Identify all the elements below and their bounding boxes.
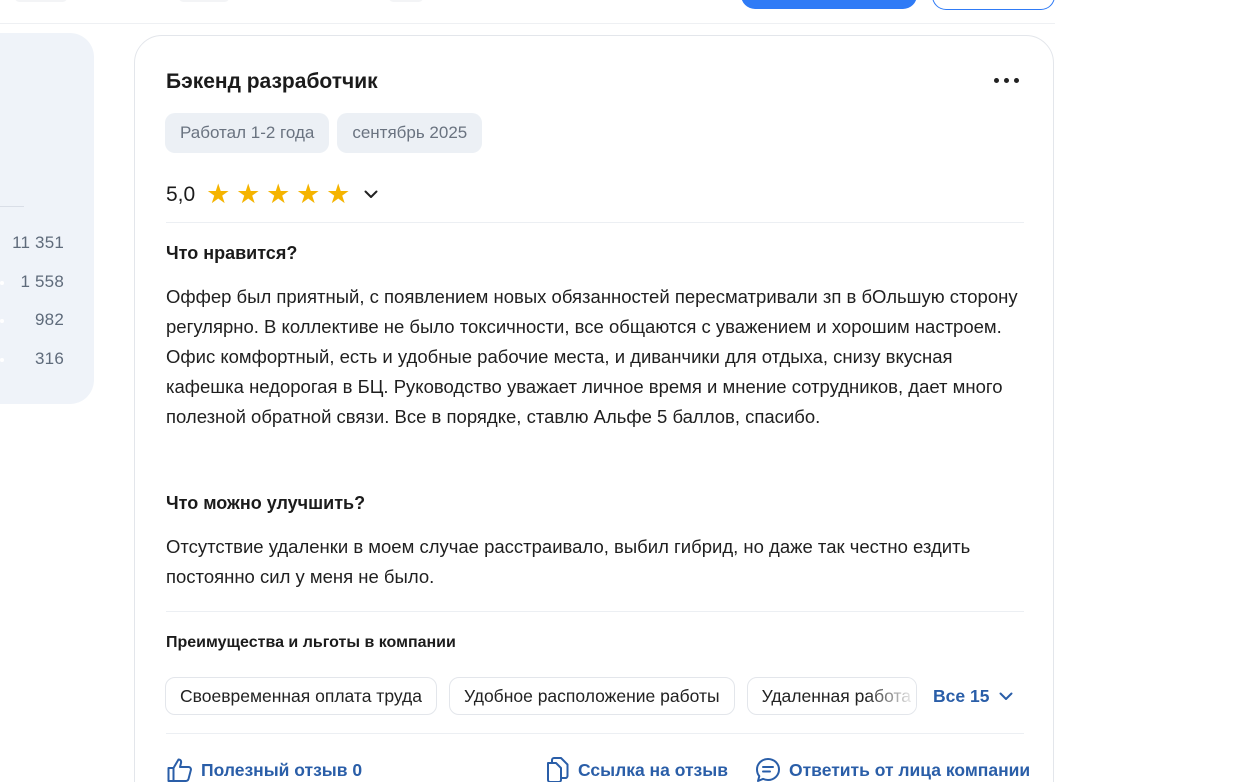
stat-count: 316: [35, 349, 64, 368]
header-tab-stub[interactable]: [14, 0, 68, 2]
review-tags: Работал 1-2 года сентябрь 2025: [165, 113, 483, 153]
stat-row[interactable]: 316: [0, 349, 64, 369]
star-icon: ★: [326, 179, 351, 209]
star-icon: ★: [236, 179, 261, 209]
review-actions: Полезный отзыв 0 Ссылка на отзыв Ответит…: [135, 757, 1055, 782]
header-secondary-button[interactable]: [932, 0, 1055, 10]
star-icon: ★: [266, 179, 291, 209]
stat-dot: [0, 358, 4, 362]
chevron-down-icon: [364, 190, 378, 198]
likes-text: Оффер был приятный, с появлением новых о…: [166, 286, 1018, 427]
copy-link-label: Ссылка на отзыв: [578, 759, 728, 780]
helpful-label: Полезный отзыв 0: [201, 759, 363, 780]
header-tab-stub[interactable]: [178, 0, 230, 2]
stat-row[interactable]: 982: [0, 310, 64, 330]
star-icon: ★: [296, 179, 321, 209]
benefit-chip[interactable]: Своевременная оплата труда: [165, 677, 437, 715]
top-header: [0, 0, 1055, 24]
rating-row: 5,0 ★ ★ ★ ★ ★: [166, 181, 383, 208]
rating-stats-panel: 11 351 1 558 982 316: [0, 33, 94, 404]
stat-count: 11 351: [12, 233, 64, 252]
stat-count: 1 558: [20, 272, 64, 291]
benefit-chip[interactable]: Удаленная работа: [746, 677, 917, 715]
more-dot: [1003, 77, 1009, 83]
divider: [166, 733, 1024, 734]
reply-label: Ответить от лица компании: [789, 759, 1031, 780]
stat-count: 982: [35, 310, 64, 329]
header-tab-stub[interactable]: [388, 0, 424, 2]
stat-dot: [0, 281, 4, 285]
divider: [166, 222, 1024, 223]
thumbs-up-icon: [167, 758, 192, 782]
divider: [166, 611, 1024, 612]
benefits-show-all-button[interactable]: Все 15: [933, 686, 1013, 707]
chat-bubble-icon: [756, 758, 780, 782]
rating-value: 5,0: [166, 182, 196, 206]
improve-heading: Что можно улучшить?: [166, 493, 366, 513]
header-primary-button[interactable]: [741, 0, 917, 9]
more-dot: [993, 77, 999, 83]
benefits-show-all-label: Все 15: [933, 686, 990, 706]
reply-as-company-button[interactable]: Ответить от лица компании: [755, 757, 1030, 782]
chevron-down-icon: [999, 692, 1013, 700]
review-title: Бэкенд разработчик: [166, 70, 378, 93]
more-dot: [1013, 77, 1019, 83]
experience-tag: Работал 1-2 года: [165, 113, 330, 153]
more-options-icon[interactable]: [991, 70, 1021, 90]
date-tag: сентябрь 2025: [337, 113, 483, 153]
stat-row[interactable]: 1 558: [0, 272, 64, 292]
likes-heading: Что нравится?: [166, 243, 298, 263]
stat-dot: [0, 319, 4, 323]
benefits-list: Своевременная оплата труда Удобное распо…: [165, 677, 917, 715]
helpful-button[interactable]: Полезный отзыв 0: [166, 757, 362, 782]
copy-link-button[interactable]: Ссылка на отзыв: [545, 757, 728, 782]
review-card: Бэкенд разработчик Работал 1-2 года сент…: [134, 35, 1054, 782]
panel-divider: [0, 206, 24, 207]
star-icon: ★: [206, 179, 231, 209]
copy-link-icon: [547, 757, 569, 782]
benefits-title: Преимущества и льготы в компании: [166, 634, 456, 651]
improve-text: Отсутствие удаленки в моем случае расстр…: [166, 536, 971, 587]
stat-row[interactable]: 11 351: [0, 233, 64, 253]
benefit-chip[interactable]: Удобное расположение работы: [448, 677, 735, 715]
rating-details-toggle[interactable]: [359, 183, 383, 207]
